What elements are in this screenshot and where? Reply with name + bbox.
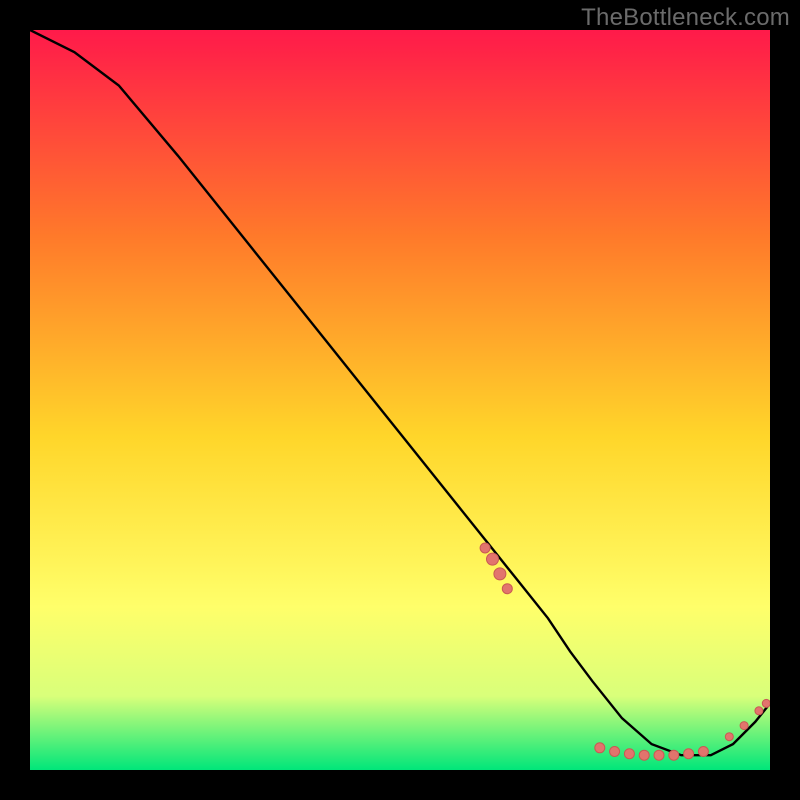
marker-floor-4 bbox=[639, 750, 649, 760]
chart-svg bbox=[30, 30, 770, 770]
marker-cluster-left-1 bbox=[480, 543, 490, 553]
marker-floor-6 bbox=[669, 750, 679, 760]
gradient-background bbox=[30, 30, 770, 770]
marker-cluster-left-4 bbox=[502, 584, 512, 594]
marker-rise-3 bbox=[755, 707, 763, 715]
marker-floor-1 bbox=[595, 743, 605, 753]
marker-floor-8 bbox=[698, 747, 708, 757]
marker-floor-3 bbox=[624, 749, 634, 759]
plot-area bbox=[30, 30, 770, 770]
marker-rise-4 bbox=[762, 699, 770, 707]
marker-cluster-left-3 bbox=[494, 568, 506, 580]
chart-frame: TheBottleneck.com bbox=[0, 0, 800, 800]
marker-rise-2 bbox=[740, 722, 748, 730]
marker-cluster-left-2 bbox=[487, 553, 499, 565]
marker-floor-7 bbox=[684, 749, 694, 759]
marker-floor-5 bbox=[654, 750, 664, 760]
marker-floor-2 bbox=[610, 747, 620, 757]
marker-rise-1 bbox=[725, 733, 733, 741]
watermark-text: TheBottleneck.com bbox=[581, 4, 790, 32]
